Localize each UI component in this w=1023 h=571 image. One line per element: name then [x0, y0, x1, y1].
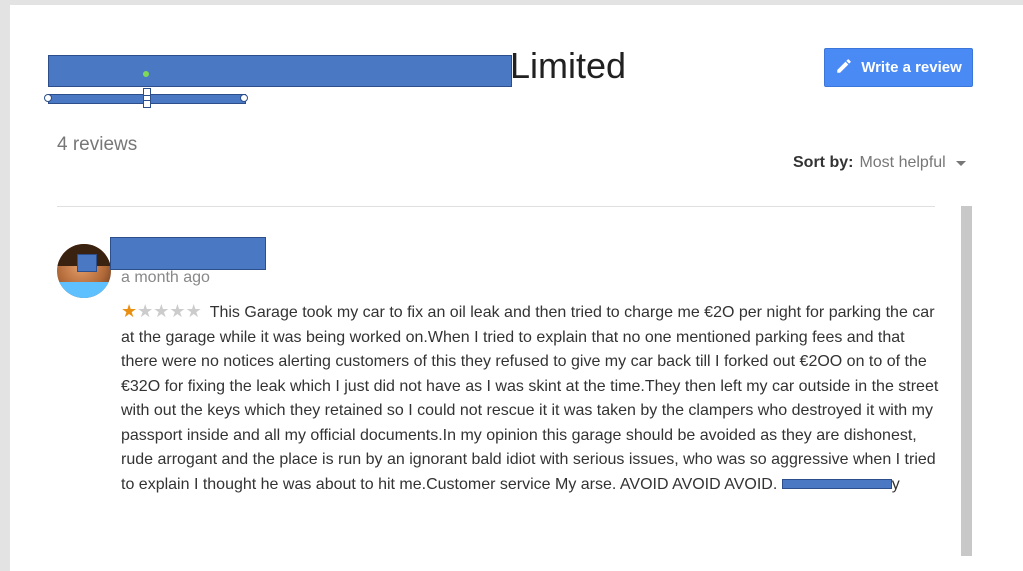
signature-redaction [781, 479, 892, 490]
reviewer-avatar[interactable] [57, 244, 111, 298]
star-icon: ★ [121, 301, 138, 321]
selection-handle-middle-top [143, 88, 151, 96]
scrollbar[interactable] [961, 206, 972, 556]
sort-dropdown[interactable]: Sort by: Most helpful [793, 154, 966, 172]
business-name-redaction [48, 55, 512, 87]
review-count: 4 reviews [57, 134, 138, 155]
star-icon: ★ [169, 301, 186, 321]
signature-tail: y [891, 475, 900, 493]
selection-handle-left [44, 94, 52, 102]
star-icon: ★ [137, 301, 154, 321]
write-review-label: Write a review [861, 59, 962, 76]
selection-handle-middle-bottom [143, 100, 151, 108]
business-title: Limited [510, 45, 627, 86]
review-text: This Garage took my car to fix an oil le… [121, 304, 939, 493]
avatar-face-redaction [77, 254, 97, 272]
review-body: ★★★★★ This Garage took my car to fix an o… [121, 299, 941, 497]
selection-handle-right [240, 94, 248, 102]
pencil-icon [835, 57, 853, 79]
star-icon: ★ [153, 301, 170, 321]
caret-down-icon [955, 160, 966, 166]
sort-value: Most helpful [859, 154, 946, 171]
rotation-handle [143, 71, 149, 77]
reviewer-name-redaction [110, 237, 266, 270]
review-date: a month ago [121, 269, 210, 286]
star-rating: ★★★★★ [121, 299, 202, 324]
write-review-button[interactable]: Write a review [824, 48, 973, 87]
star-icon: ★ [185, 301, 202, 321]
header-divider [57, 206, 935, 207]
sort-label: Sort by: [793, 154, 854, 171]
